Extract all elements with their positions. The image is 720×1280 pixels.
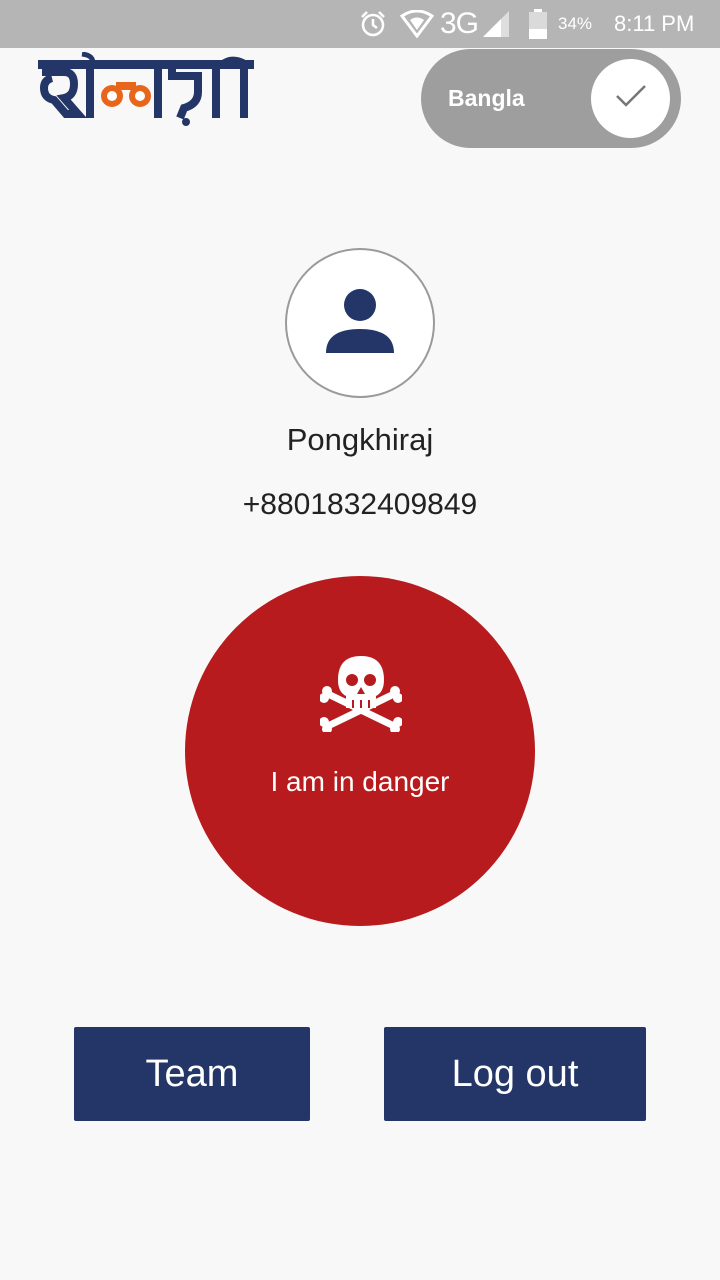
logout-button[interactable]: Log out — [384, 1027, 646, 1121]
check-icon — [614, 83, 648, 114]
language-toggle[interactable]: Bangla — [421, 49, 681, 148]
user-phone: +8801832409849 — [242, 488, 478, 521]
wifi-icon — [400, 0, 434, 48]
battery-percent: 34% — [558, 14, 593, 33]
clock-time: 8:11 PM — [614, 11, 695, 36]
app-logo — [38, 51, 254, 128]
network-type: 3G — [440, 7, 479, 40]
toggle-knob[interactable] — [591, 59, 670, 138]
skull-crossbones-icon — [319, 654, 403, 734]
avatar — [285, 248, 435, 398]
battery-icon — [528, 0, 548, 48]
danger-button[interactable]: I am in danger — [185, 576, 535, 926]
alarm-icon — [358, 0, 388, 48]
language-label: Bangla — [448, 85, 525, 111]
user-name: Pongkhiraj — [286, 422, 434, 457]
team-button[interactable]: Team — [74, 1027, 310, 1121]
danger-label: I am in danger — [270, 766, 450, 797]
signal-icon — [481, 0, 511, 48]
person-icon — [324, 285, 396, 362]
status-bar: 3G 34% 8:11 PM — [0, 0, 720, 48]
